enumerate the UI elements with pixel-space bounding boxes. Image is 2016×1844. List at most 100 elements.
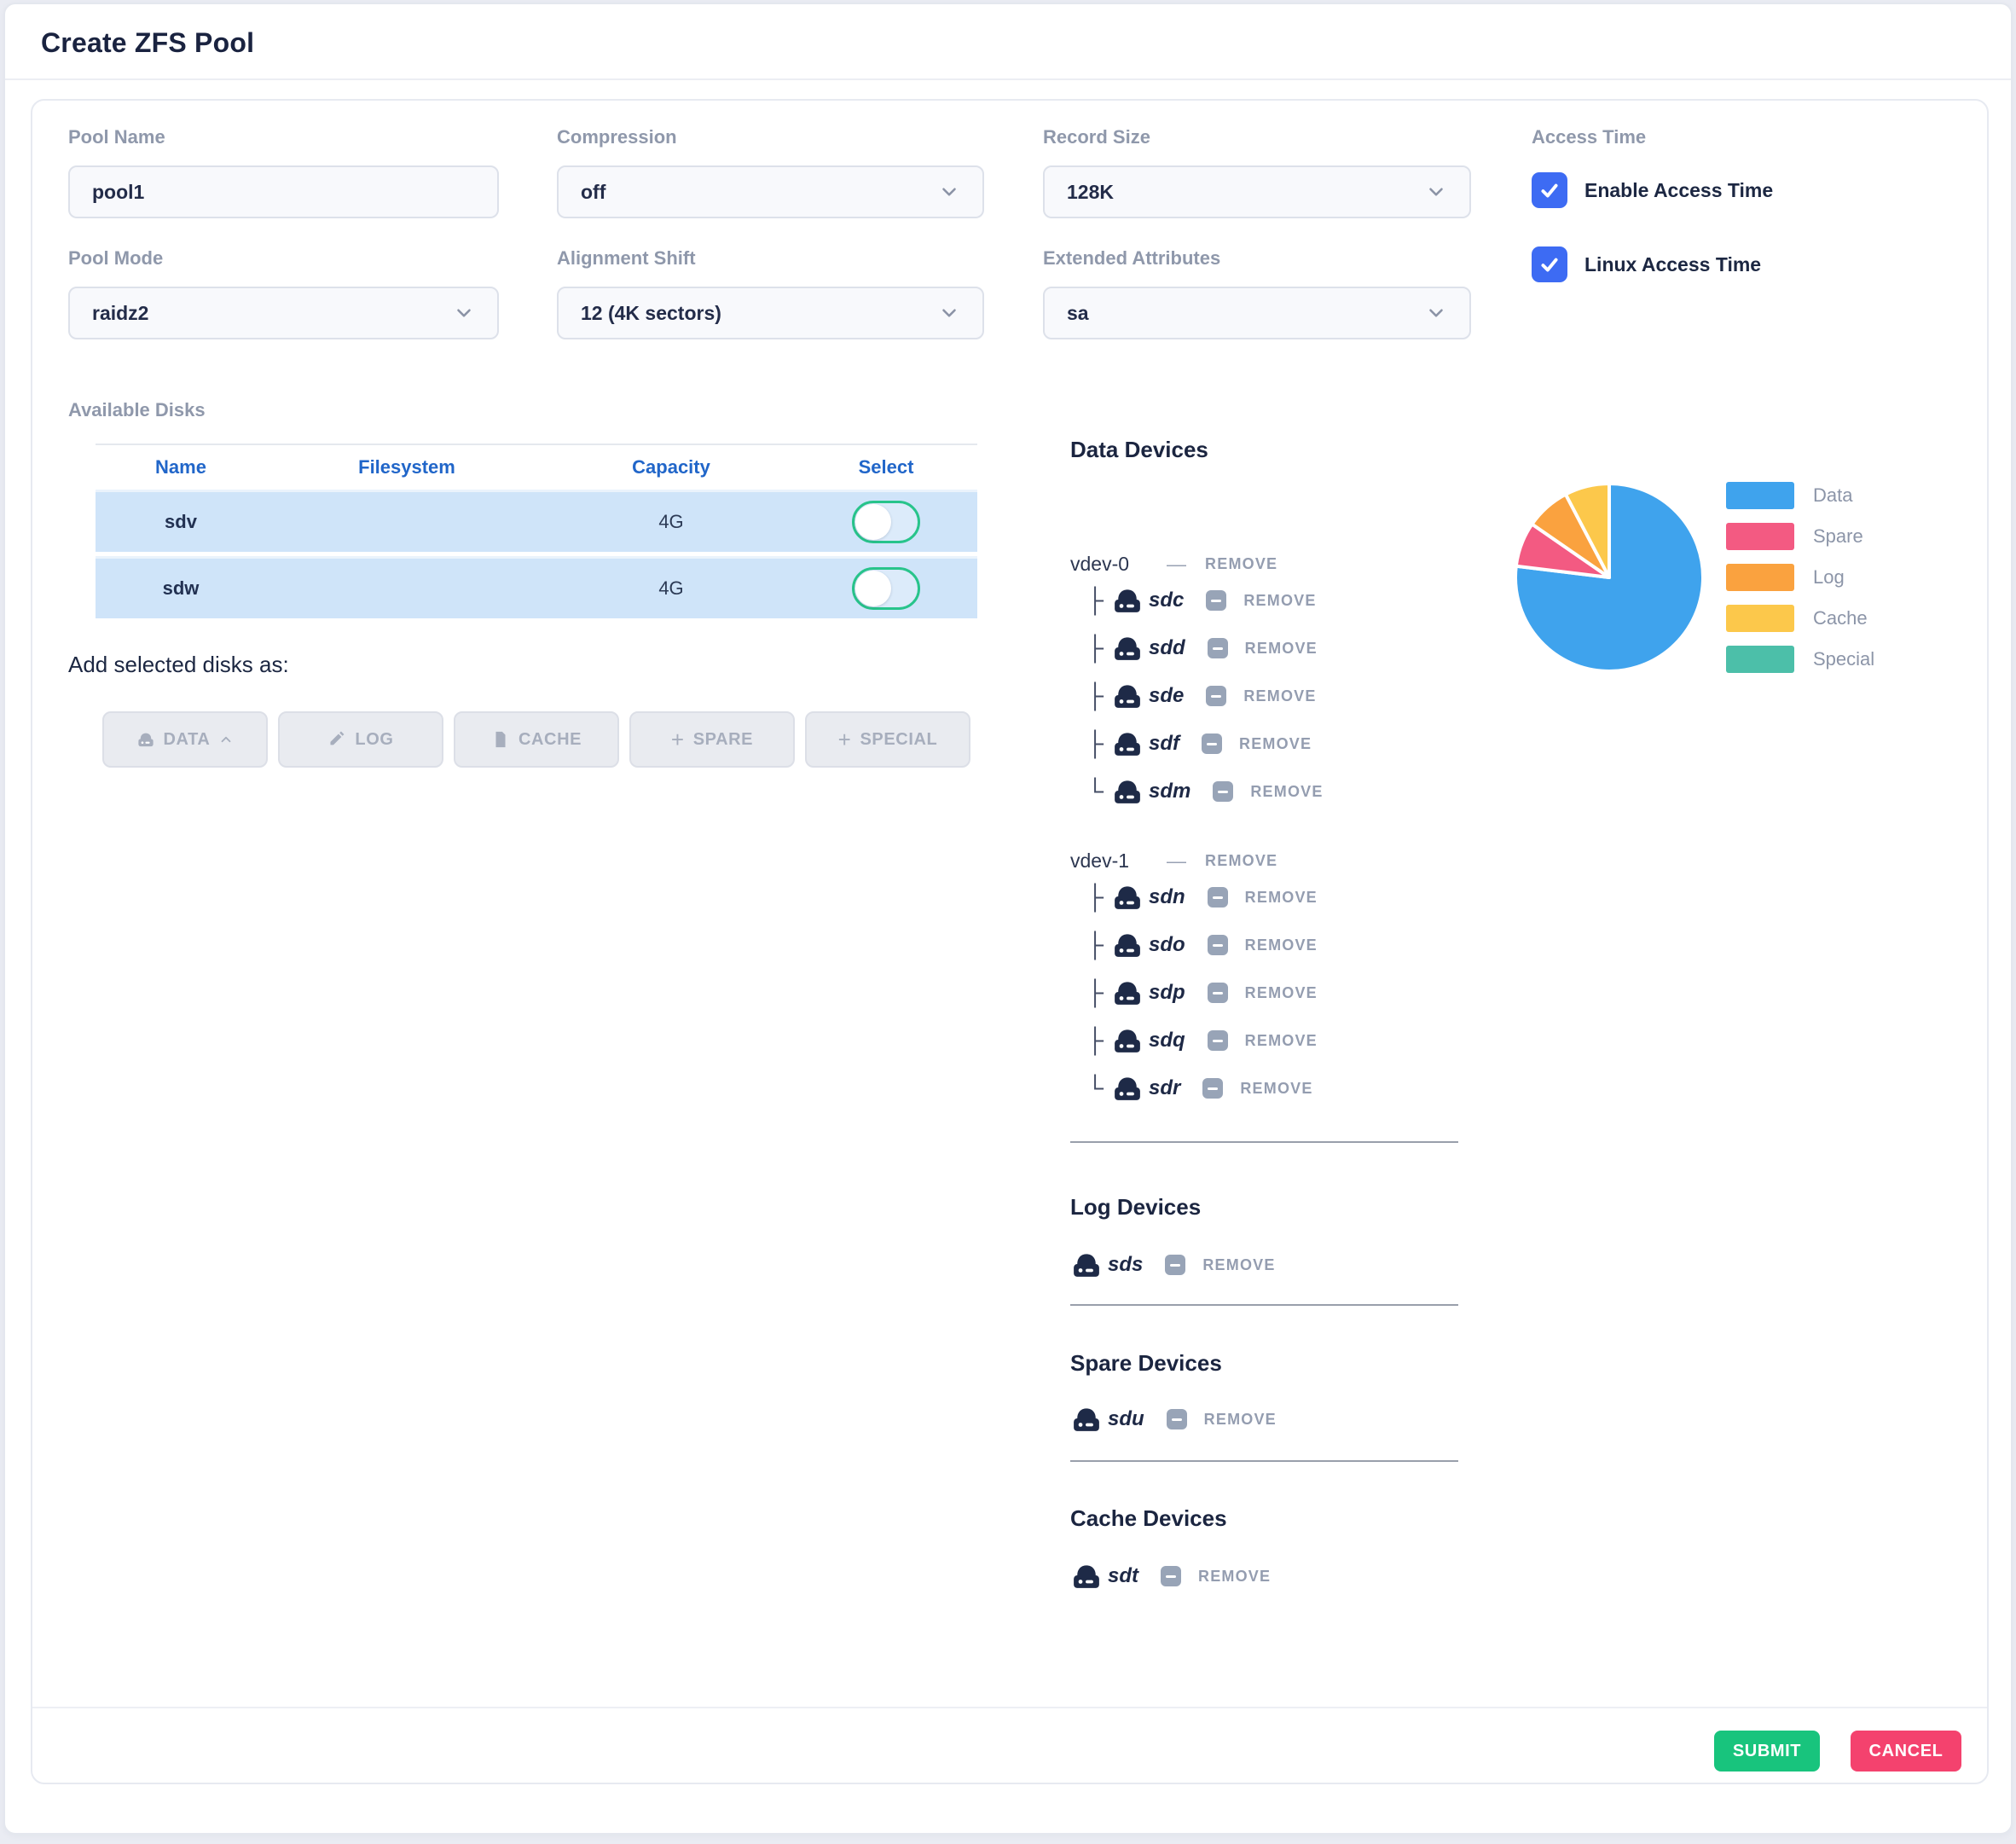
- chevron-down-icon: [1425, 181, 1447, 203]
- add-as-data-button[interactable]: DATA: [102, 711, 268, 768]
- minus-icon[interactable]: [1206, 686, 1226, 706]
- table-header-row: Name Filesystem Capacity Select: [96, 445, 977, 490]
- tree-branch-icon: ├: [1082, 682, 1108, 710]
- device-name: sde: [1149, 684, 1184, 708]
- remove-device-button[interactable]: REMOVE: [1245, 936, 1318, 954]
- remove-device-button[interactable]: REMOVE: [1202, 1256, 1275, 1274]
- remove-vdev-button[interactable]: REMOVE: [1205, 555, 1277, 573]
- device-name: sdn: [1149, 885, 1185, 909]
- remove-device-button[interactable]: REMOVE: [1245, 889, 1318, 907]
- add-as-spare-button[interactable]: + SPARE: [629, 711, 795, 768]
- device-allocation-chart: Data Spare Log Cache Special: [1477, 462, 1989, 744]
- minus-icon[interactable]: [1202, 1078, 1223, 1099]
- collapse-vdev-button[interactable]: —: [1167, 850, 1186, 873]
- minus-icon[interactable]: [1167, 1409, 1187, 1429]
- hard-drive-icon: [1111, 929, 1144, 961]
- remove-device-button[interactable]: REMOVE: [1239, 735, 1312, 753]
- hard-drive-icon: [1070, 1560, 1103, 1592]
- device-name: sdm: [1149, 780, 1190, 803]
- add-as-special-button[interactable]: + SPECIAL: [805, 711, 970, 768]
- hard-drive-icon: [1111, 1024, 1144, 1057]
- remove-device-button[interactable]: REMOVE: [1243, 687, 1316, 705]
- device-name: sdu: [1108, 1407, 1144, 1431]
- device-row: ├ sdo REMOVE: [1070, 921, 1531, 969]
- select-disk-toggle[interactable]: [852, 501, 920, 543]
- enable-access-time-option: Enable Access Time: [1532, 172, 1773, 208]
- legend-item: Special: [1726, 646, 1874, 673]
- minus-icon[interactable]: [1208, 935, 1228, 955]
- alignment-shift-value: 12 (4K sectors): [581, 302, 721, 325]
- extended-attributes-label: Extended Attributes: [1043, 247, 1220, 270]
- tree-branch-icon: ├: [1082, 1027, 1108, 1054]
- minus-icon[interactable]: [1161, 1566, 1181, 1586]
- minus-icon[interactable]: [1202, 734, 1222, 754]
- minus-icon[interactable]: [1208, 887, 1228, 908]
- legend-label: Cache: [1813, 605, 1868, 632]
- hard-drive-icon: [1111, 775, 1144, 808]
- pie-chart: [1507, 475, 1712, 680]
- minus-icon[interactable]: [1208, 1030, 1228, 1051]
- add-as-special-label: SPECIAL: [860, 730, 937, 750]
- spare-devices-title: Spare Devices: [1070, 1348, 1531, 1377]
- chart-legend: Data Spare Log Cache Special: [1726, 482, 1874, 673]
- section-divider: [1070, 1304, 1458, 1306]
- remove-device-button[interactable]: REMOVE: [1250, 783, 1323, 801]
- minus-icon[interactable]: [1165, 1255, 1185, 1275]
- device-row: └ sdr REMOVE: [1070, 1064, 1531, 1112]
- legend-label: Log: [1813, 564, 1845, 591]
- alignment-shift-select[interactable]: 12 (4K sectors): [557, 287, 984, 339]
- add-as-cache-button[interactable]: CACHE: [454, 711, 619, 768]
- device-name: sdc: [1149, 589, 1184, 612]
- remove-device-button[interactable]: REMOVE: [1243, 592, 1316, 610]
- column-header-select: Select: [795, 456, 977, 478]
- extended-attributes-select[interactable]: sa: [1043, 287, 1471, 339]
- record-size-select[interactable]: 128K: [1043, 165, 1471, 218]
- tree-branch-icon: ├: [1082, 979, 1108, 1006]
- legend-item: Data: [1726, 482, 1874, 509]
- remove-device-button[interactable]: REMOVE: [1198, 1568, 1271, 1586]
- disk-role-buttons: DATA LOG CACHE + SPARE + SPECIAL: [102, 711, 970, 768]
- add-as-log-button[interactable]: LOG: [278, 711, 443, 768]
- tree-end-icon: └: [1082, 1075, 1108, 1102]
- enable-access-time-checkbox[interactable]: [1532, 172, 1567, 208]
- chevron-down-icon: [938, 181, 960, 203]
- hard-drive-icon: [1111, 881, 1144, 913]
- minus-icon[interactable]: [1206, 590, 1226, 611]
- device-row: ├ sdq REMOVE: [1070, 1017, 1531, 1064]
- remove-device-button[interactable]: REMOVE: [1204, 1411, 1277, 1429]
- add-disks-label: Add selected disks as:: [68, 652, 289, 678]
- legend-swatch: [1726, 523, 1794, 550]
- linux-access-time-checkbox[interactable]: [1532, 246, 1567, 282]
- chevron-down-icon: [1425, 302, 1447, 324]
- remove-vdev-button[interactable]: REMOVE: [1205, 852, 1277, 870]
- remove-device-button[interactable]: REMOVE: [1245, 1032, 1318, 1050]
- hard-drive-icon: [1070, 1249, 1103, 1281]
- pool-mode-select[interactable]: raidz2: [68, 287, 499, 339]
- pool-name-label: Pool Name: [68, 126, 165, 148]
- chevron-down-icon: [938, 302, 960, 324]
- cancel-button[interactable]: CANCEL: [1851, 1731, 1961, 1772]
- collapse-vdev-button[interactable]: —: [1167, 553, 1186, 576]
- remove-device-button[interactable]: REMOVE: [1245, 640, 1318, 658]
- available-disks-table: Name Filesystem Capacity Select sdv 4G s…: [96, 444, 977, 623]
- legend-swatch: [1726, 482, 1794, 509]
- disk-capacity: 4G: [547, 577, 795, 600]
- minus-icon[interactable]: [1208, 638, 1228, 658]
- linux-access-time-text: Linux Access Time: [1584, 253, 1761, 276]
- compression-value: off: [581, 181, 605, 204]
- minus-icon[interactable]: [1208, 983, 1228, 1003]
- compression-select[interactable]: off: [557, 165, 984, 218]
- linux-access-time-option: Linux Access Time: [1532, 246, 1761, 282]
- device-name: sdq: [1149, 1029, 1185, 1052]
- select-disk-toggle[interactable]: [852, 567, 920, 610]
- minus-icon[interactable]: [1213, 781, 1233, 802]
- remove-device-button[interactable]: REMOVE: [1245, 984, 1318, 1002]
- vdev-name: vdev-1: [1070, 850, 1129, 873]
- remove-device-button[interactable]: REMOVE: [1240, 1080, 1312, 1098]
- add-as-data-label: DATA: [164, 730, 211, 750]
- device-row: sdu REMOVE: [1070, 1395, 1531, 1443]
- hard-drive-icon: [1111, 584, 1144, 617]
- pool-name-input[interactable]: [68, 165, 499, 218]
- record-size-value: 128K: [1067, 181, 1114, 204]
- submit-button[interactable]: SUBMIT: [1714, 1731, 1820, 1772]
